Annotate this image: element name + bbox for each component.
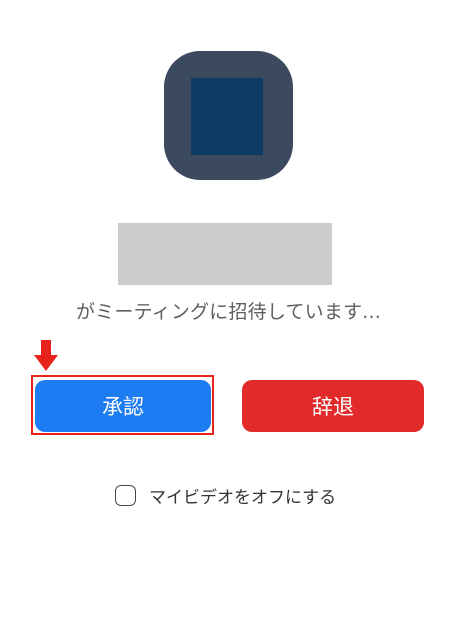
- caller-name-redacted: [118, 223, 332, 285]
- invite-message: がミーティングに招待しています...: [75, 301, 381, 323]
- video-off-option[interactable]: マイビデオをオフにする: [115, 481, 336, 509]
- down-arrow-icon: [34, 340, 58, 371]
- video-off-label: マイビデオをオフにする: [149, 487, 337, 508]
- decline-button[interactable]: 辞退: [242, 380, 424, 432]
- avatar-placeholder-square: [191, 78, 263, 155]
- accept-button[interactable]: 承認: [35, 380, 211, 432]
- video-off-checkbox[interactable]: [115, 484, 136, 506]
- caller-avatar: [164, 51, 293, 180]
